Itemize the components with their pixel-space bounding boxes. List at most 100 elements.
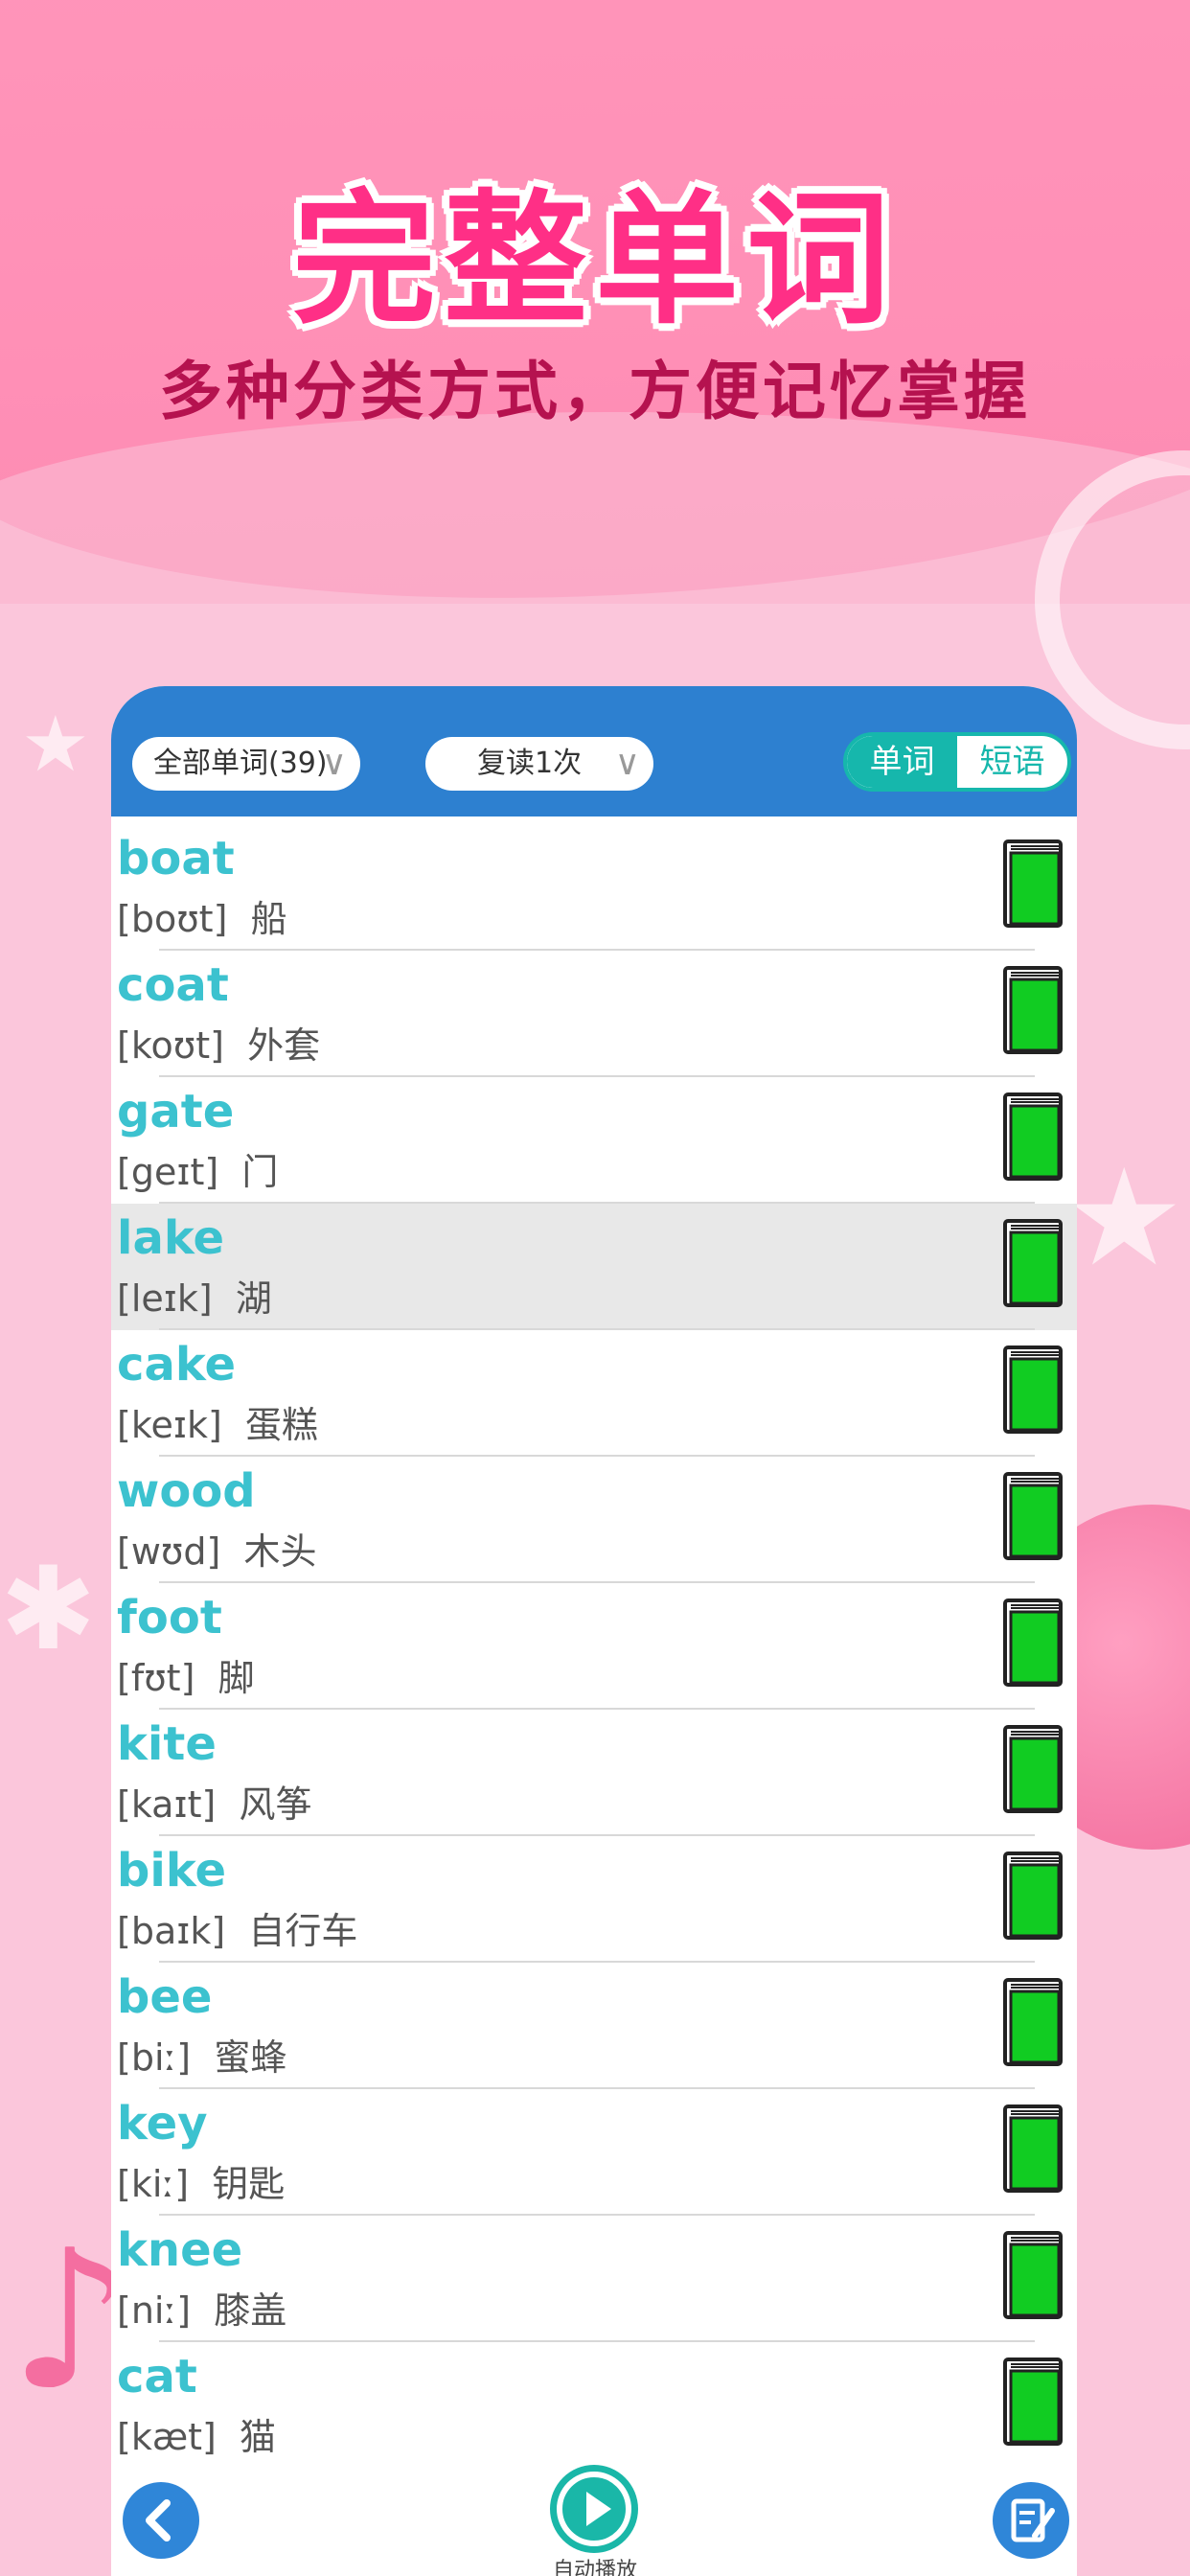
- word-text: coat: [117, 958, 229, 1012]
- meaning-text: 膝盖: [214, 2289, 287, 2332]
- word-row[interactable]: bee [biː] 蜜蜂: [111, 1963, 1077, 2089]
- phonetic-text: [baɪk]: [117, 1910, 226, 1952]
- phonetic-text: [leɪk]: [117, 1277, 213, 1320]
- edit-icon: [1011, 2498, 1055, 2542]
- meaning-text: 船: [250, 898, 287, 940]
- bottom-bar: 自动播放: [111, 2465, 1077, 2576]
- wordbook-icon[interactable]: [1002, 2354, 1064, 2446]
- meaning-text: 门: [241, 1151, 279, 1193]
- meaning-text: 湖: [235, 1277, 272, 1320]
- word-translation: [leɪk] 湖: [117, 1269, 272, 1322]
- word-text: bee: [117, 1970, 213, 2024]
- chevron-down-icon: ∨: [321, 744, 347, 783]
- word-translation: [koʊt] 外套: [117, 1016, 320, 1069]
- meaning-text: 蜜蜂: [214, 2036, 287, 2079]
- word-filter-select[interactable]: 全部单词(39) ∨: [132, 737, 360, 791]
- phonetic-text: [kaɪt]: [117, 1783, 217, 1826]
- word-translation: [kaɪt] 风筝: [117, 1775, 311, 1828]
- word-text: cat: [117, 2350, 197, 2404]
- meaning-text: 自行车: [248, 1910, 358, 1952]
- word-row[interactable]: bike [baɪk] 自行车: [111, 1836, 1077, 1963]
- word-text: cake: [117, 1338, 237, 1392]
- word-text: kite: [117, 1717, 217, 1771]
- headline: 完整单词: [291, 177, 898, 344]
- star-icon: ★: [1064, 1140, 1184, 1297]
- word-translation: [biː] 蜜蜂: [117, 2028, 286, 2081]
- autoplay-button[interactable]: [550, 2465, 638, 2553]
- wordbook-icon[interactable]: [1002, 962, 1064, 1054]
- chevron-down-icon: ∨: [614, 744, 640, 783]
- word-row[interactable]: gate [geɪt] 门: [111, 1077, 1077, 1204]
- chevron-left-icon: [146, 2499, 171, 2542]
- phonetic-text: [kiː]: [117, 2163, 190, 2205]
- word-row[interactable]: cake [keɪk] 蛋糕: [111, 1330, 1077, 1457]
- word-row[interactable]: key [kiː] 钥匙: [111, 2089, 1077, 2216]
- wordbook-icon[interactable]: [1002, 1215, 1064, 1307]
- word-translation: [kæt] 猫: [117, 2407, 276, 2460]
- wordbook-icon[interactable]: [1002, 1974, 1064, 2066]
- word-list: boat [boʊt] 船 coat [koʊt] 外套 gate [geɪt] 门 lak…: [111, 824, 1077, 2469]
- phonetic-text: [kæt]: [117, 2416, 217, 2458]
- phonetic-text: [koʊt]: [117, 1024, 224, 1067]
- play-icon: [557, 2472, 631, 2546]
- word-translation: [geɪt] 门: [117, 1142, 278, 1195]
- word-row[interactable]: knee [niː] 膝盖: [111, 2216, 1077, 2342]
- meaning-text: 猫: [240, 2416, 277, 2458]
- word-translation: [baɪk] 自行车: [117, 1901, 357, 1954]
- phonetic-text: [fʊt]: [117, 1657, 195, 1699]
- phonetic-text: [boʊt]: [117, 898, 228, 940]
- wordbook-icon[interactable]: [1002, 836, 1064, 928]
- word-translation: [keɪk] 蛋糕: [117, 1395, 318, 1448]
- word-translation: [kiː] 钥匙: [117, 2154, 285, 2207]
- back-button[interactable]: [123, 2482, 199, 2559]
- word-phrase-toggle: 单词 短语: [843, 732, 1071, 792]
- word-text: foot: [117, 1591, 222, 1644]
- background-wave-lower: [0, 412, 1190, 604]
- word-text: wood: [117, 1464, 256, 1518]
- word-row[interactable]: boat [boʊt] 船: [111, 824, 1077, 951]
- word-translation: [niː] 膝盖: [117, 2281, 286, 2334]
- wordbook-icon[interactable]: [1002, 2227, 1064, 2319]
- phonetic-text: [niː]: [117, 2289, 192, 2332]
- toolbar: 全部单词(39) ∨ 复读1次 ∨ 单词 短语: [111, 686, 1077, 816]
- wordbook-icon[interactable]: [1002, 1848, 1064, 1940]
- edit-button[interactable]: [993, 2482, 1069, 2559]
- meaning-text: 钥匙: [212, 2163, 286, 2205]
- word-translation: [wʊd] 木头: [117, 1522, 317, 1575]
- word-row[interactable]: wood [wʊd] 木头: [111, 1457, 1077, 1583]
- word-text: lake: [117, 1211, 225, 1265]
- word-text: gate: [117, 1085, 235, 1138]
- star-icon: ✱: [0, 1543, 97, 1676]
- wordbook-icon[interactable]: [1002, 2101, 1064, 2193]
- meaning-text: 外套: [247, 1024, 321, 1067]
- phonetic-text: [geɪt]: [117, 1151, 219, 1193]
- subheadline: 多种分类方式，方便记忆掌握: [159, 355, 1031, 428]
- wordbook-icon[interactable]: [1002, 1342, 1064, 1434]
- word-text: bike: [117, 1844, 226, 1898]
- word-text: key: [117, 2097, 208, 2150]
- meaning-text: 木头: [243, 1530, 317, 1573]
- word-row[interactable]: lake [leɪk] 湖: [111, 1204, 1077, 1330]
- word-text: boat: [117, 832, 235, 886]
- word-row[interactable]: coat [koʊt] 外套: [111, 951, 1077, 1077]
- phonetic-text: [keɪk]: [117, 1404, 222, 1446]
- phonetic-text: [biː]: [117, 2036, 192, 2079]
- word-text: knee: [117, 2223, 243, 2277]
- phonetic-text: [wʊd]: [117, 1530, 221, 1573]
- repeat-count-label: 复读1次: [477, 747, 583, 780]
- wordbook-icon[interactable]: [1002, 1089, 1064, 1181]
- meaning-text: 风筝: [239, 1783, 312, 1826]
- word-row[interactable]: foot [fʊt] 脚: [111, 1583, 1077, 1710]
- tab-words[interactable]: 单词: [847, 736, 957, 788]
- wordbook-icon[interactable]: [1002, 1721, 1064, 1813]
- meaning-text: 蛋糕: [244, 1404, 318, 1446]
- tab-phrases[interactable]: 短语: [957, 736, 1067, 788]
- word-filter-label: 全部单词(39): [153, 747, 328, 780]
- star-icon: ★: [21, 700, 90, 789]
- word-row[interactable]: cat [kæt] 猫: [111, 2342, 1077, 2469]
- word-translation: [boʊt] 船: [117, 889, 287, 942]
- wordbook-icon[interactable]: [1002, 1595, 1064, 1687]
- repeat-count-select[interactable]: 复读1次 ∨: [425, 737, 653, 791]
- word-row[interactable]: kite [kaɪt] 风筝: [111, 1710, 1077, 1836]
- wordbook-icon[interactable]: [1002, 1468, 1064, 1560]
